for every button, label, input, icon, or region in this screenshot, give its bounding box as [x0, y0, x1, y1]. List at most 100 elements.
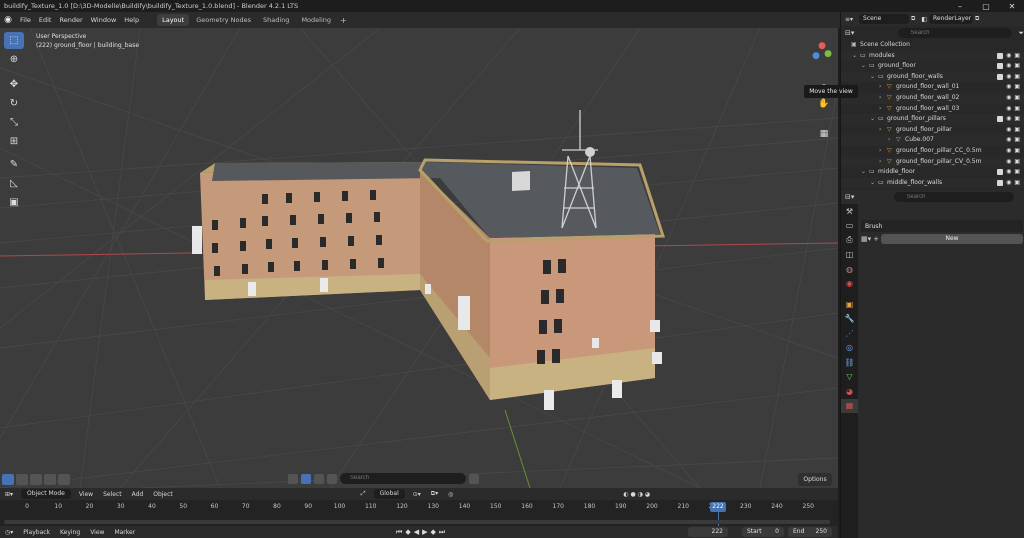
scale-tool-icon[interactable]: ⤡: [4, 114, 24, 131]
maximize-icon[interactable]: ▢: [974, 0, 998, 12]
eye-icon[interactable]: ◉: [1006, 167, 1011, 178]
camera-icon[interactable]: ▣: [1014, 146, 1020, 157]
camera-icon[interactable]: ▣: [1014, 104, 1020, 115]
expand-chevron-icon[interactable]: ›: [879, 146, 881, 157]
start-frame-field[interactable]: Start 0: [742, 527, 784, 537]
expand-chevron-icon[interactable]: ⌄: [861, 167, 866, 178]
cursor-tool-icon[interactable]: ⊕: [4, 51, 24, 68]
play-reverse-icon[interactable]: ◀: [414, 528, 419, 536]
outliner-row[interactable]: ⌄ ▭ middle_floor ◉ ▣: [841, 167, 1024, 178]
texture-browse-icon[interactable]: ▦▾: [861, 235, 871, 243]
move-tool-icon[interactable]: ✥: [4, 76, 24, 93]
output-tab-icon[interactable]: ⎙: [841, 233, 858, 248]
end-frame-field[interactable]: End 250: [788, 527, 832, 537]
pivot-icon[interactable]: ⊙▾: [408, 491, 426, 498]
outliner-row[interactable]: › ▽ ground_floor_pillar_CV_0.5m ◉ ▣: [841, 156, 1024, 168]
menu-object[interactable]: Object: [148, 491, 178, 498]
render-tab-icon[interactable]: ▭: [841, 219, 858, 234]
viewport-search-input[interactable]: [340, 473, 466, 484]
3d-viewport[interactable]: User Perspective (222) ground_floor | bu…: [0, 28, 838, 488]
camera-icon[interactable]: ▣: [1014, 61, 1020, 72]
menu-select[interactable]: Select: [98, 491, 127, 498]
menu-edit[interactable]: Edit: [35, 16, 56, 24]
orientation-dropdown[interactable]: Global: [373, 489, 405, 499]
menu-window[interactable]: Window: [87, 16, 121, 24]
texture-add-icon[interactable]: +: [873, 235, 879, 243]
camera-icon[interactable]: ▣: [1014, 135, 1020, 146]
eye-icon[interactable]: ◉: [1006, 82, 1011, 93]
filter-icon[interactable]: [469, 473, 479, 484]
snap-icon[interactable]: ⧉▾: [426, 490, 443, 498]
jump-start-icon[interactable]: ⏮: [396, 528, 402, 537]
timeline-scrollbar[interactable]: [4, 520, 830, 524]
properties-search-input[interactable]: [894, 192, 1015, 202]
timeline-editor-icon[interactable]: ◷▾: [0, 529, 18, 536]
editor-type-icon[interactable]: ⊞▾: [0, 491, 18, 498]
expand-chevron-icon[interactable]: ⌄: [861, 61, 866, 72]
exclude-checkbox[interactable]: [997, 63, 1004, 70]
outliner-row[interactable]: ⌄ ▭ modules ◉ ▣: [841, 50, 1024, 62]
jump-end-icon[interactable]: ⏭: [439, 528, 445, 537]
menu-playback[interactable]: Playback: [18, 529, 55, 536]
menu-timeline-view[interactable]: View: [85, 529, 109, 536]
object-tab-icon[interactable]: ▣: [841, 297, 858, 312]
add-workspace-icon[interactable]: +: [336, 16, 351, 25]
outliner-search-input[interactable]: [898, 28, 1013, 38]
expand-chevron-icon[interactable]: ›: [879, 93, 881, 104]
eye-icon[interactable]: ◉: [1006, 125, 1011, 136]
mode-dropdown[interactable]: Object Mode: [21, 489, 71, 499]
timeline[interactable]: 0 10 20 30 40 50 60 70 80 90 100 110 120 130 140 150 160…: [0, 500, 838, 526]
scene-tab-icon[interactable]: ◍: [841, 262, 858, 277]
expand-chevron-icon[interactable]: ⌄: [852, 51, 857, 62]
toggle-overlays-icon[interactable]: [314, 473, 324, 484]
measure-tool-icon[interactable]: ◺: [4, 175, 24, 192]
camera-icon[interactable]: ▣: [1014, 157, 1020, 168]
exclude-checkbox[interactable]: [997, 179, 1004, 186]
scene-selector[interactable]: Scene: [859, 14, 910, 24]
outliner-row[interactable]: › ▽ ground_floor_wall_03 ◉ ▣: [841, 104, 1024, 115]
exclude-checkbox[interactable]: [997, 52, 1004, 59]
menu-add[interactable]: Add: [127, 491, 149, 498]
pan-view-icon[interactable]: ✋: [816, 96, 832, 112]
display-mode-icon[interactable]: ⊟▾: [845, 29, 854, 37]
orientation-icon[interactable]: ⤢: [356, 490, 371, 498]
data-tab-icon[interactable]: ▽: [841, 370, 858, 385]
eye-icon[interactable]: ◉: [1006, 61, 1011, 72]
outliner-row[interactable]: › ▽ ground_floor_wall_01 ◉ ▣: [841, 82, 1024, 93]
outliner-row[interactable]: ⌄ ▭ ground_floor_walls ◉ ▣: [841, 71, 1024, 83]
properties-editor-icon[interactable]: ⊟▾: [845, 193, 854, 201]
menu-help[interactable]: Help: [120, 16, 143, 24]
exclude-checkbox[interactable]: [997, 73, 1004, 80]
minimize-icon[interactable]: –: [948, 0, 972, 12]
exclude-checkbox[interactable]: [997, 116, 1004, 123]
expand-chevron-icon[interactable]: ⌄: [870, 72, 875, 83]
tool-tab-icon[interactable]: ⚒: [841, 204, 858, 219]
expand-chevron-icon[interactable]: ›: [888, 135, 890, 146]
toggle-gizmo-icon[interactable]: [301, 473, 311, 484]
expand-chevron-icon[interactable]: ⌄: [870, 114, 875, 125]
play-icon[interactable]: ▶: [422, 528, 427, 536]
options-dropdown[interactable]: Options: [798, 473, 832, 486]
exclude-checkbox[interactable]: [997, 169, 1004, 176]
toggle-xray-icon[interactable]: [327, 473, 337, 484]
camera-icon[interactable]: ▣: [1014, 82, 1020, 93]
next-key-icon[interactable]: ◆: [430, 528, 435, 536]
eye-icon[interactable]: ◉: [1006, 114, 1011, 125]
outliner-filter-icon[interactable]: ⏷: [1018, 29, 1024, 38]
physics-tab-icon[interactable]: ◎: [841, 341, 858, 356]
texture-tab-icon[interactable]: ▦: [841, 398, 858, 413]
select-mode-subtract-icon[interactable]: [30, 474, 42, 485]
eye-icon[interactable]: ◉: [1006, 72, 1011, 83]
camera-icon[interactable]: ▣: [1014, 72, 1020, 83]
close-icon[interactable]: ✕: [1000, 0, 1024, 12]
menu-keying[interactable]: Keying: [55, 529, 85, 536]
camera-icon[interactable]: ▣: [1014, 114, 1020, 125]
axis-z-icon[interactable]: ●: [808, 48, 824, 64]
tab-shading[interactable]: Shading: [258, 14, 294, 26]
select-mode-set-icon[interactable]: [2, 474, 14, 485]
select-mode-extend-icon[interactable]: [16, 474, 28, 485]
prev-key-icon[interactable]: ◆: [405, 528, 410, 536]
view-object-types-icon[interactable]: [288, 473, 298, 484]
expand-chevron-icon[interactable]: ›: [879, 157, 881, 168]
eye-icon[interactable]: ◉: [1006, 135, 1011, 146]
